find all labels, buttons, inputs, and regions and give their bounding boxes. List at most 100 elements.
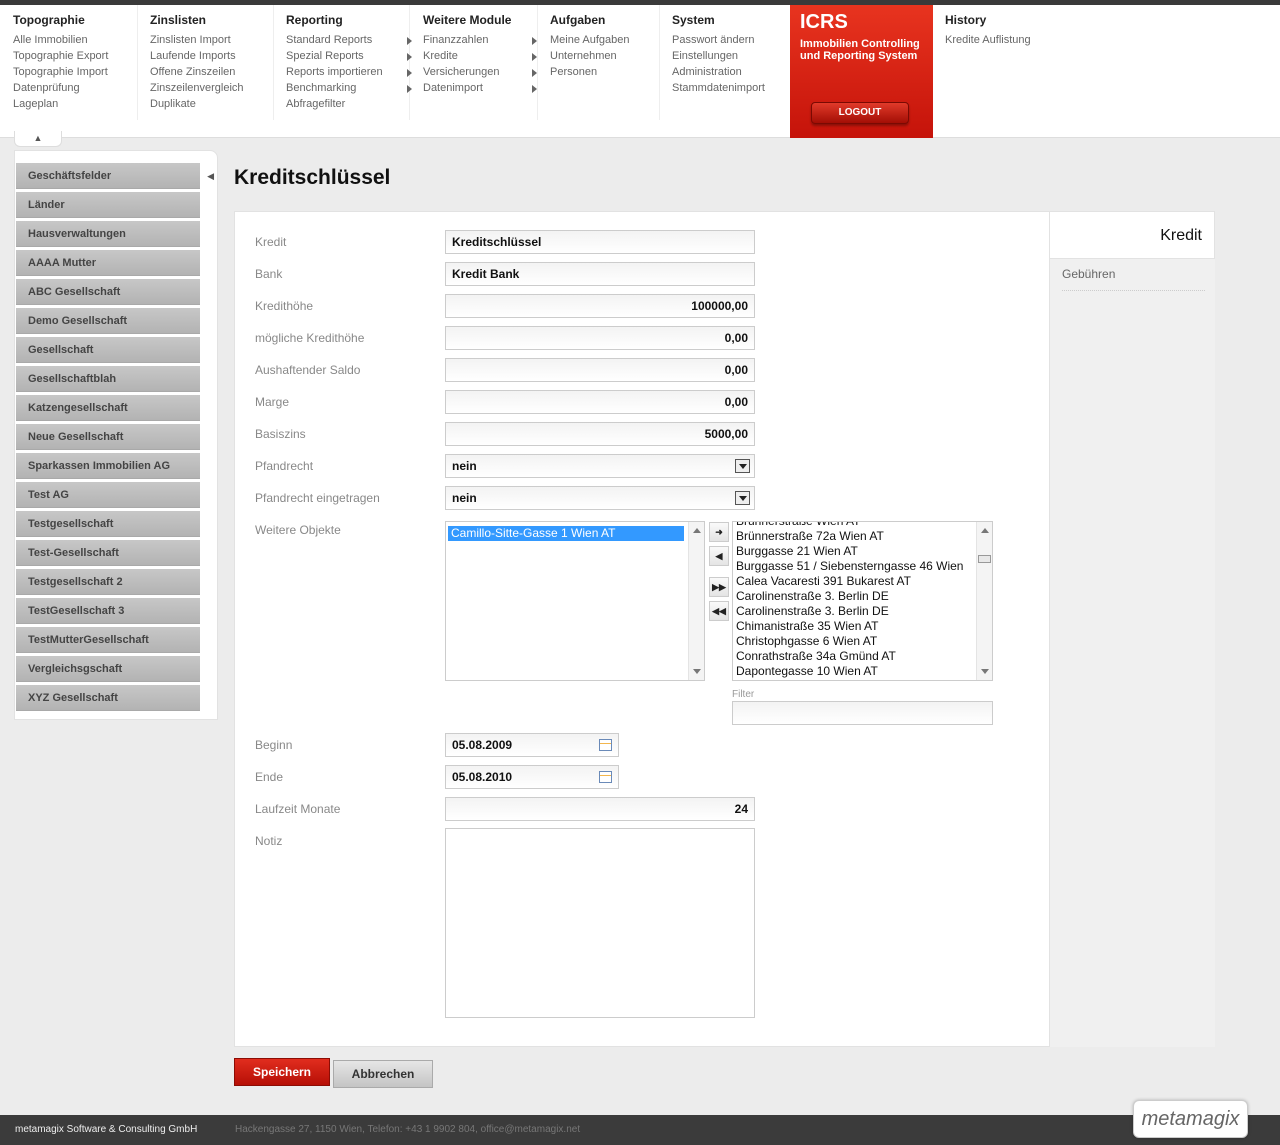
menu-item[interactable]: Finanzzahlen xyxy=(423,32,537,48)
notiz-textarea[interactable] xyxy=(445,828,755,1018)
menu-title[interactable]: System xyxy=(672,13,777,27)
menu-item[interactable]: Lageplan xyxy=(13,96,124,112)
menu-item[interactable]: Benchmarking xyxy=(286,80,412,96)
sidebar-item[interactable]: Neue Gesellschaft xyxy=(16,424,200,450)
tab-kredit[interactable]: Kredit xyxy=(1050,211,1215,259)
list-item[interactable]: Burggasse 51 / Siebensterngasse 46 Wien xyxy=(733,559,975,574)
menu-item[interactable]: Administration xyxy=(672,64,795,80)
menu-item[interactable]: Zinslisten Import xyxy=(150,32,260,48)
scroll-up-icon[interactable] xyxy=(693,528,701,533)
menu-item[interactable]: Kredite Auflistung xyxy=(945,32,1049,48)
move-right-button[interactable]: ➜ xyxy=(709,522,729,542)
save-button[interactable]: Speichern xyxy=(234,1058,330,1086)
marge-input[interactable]: 0,00 xyxy=(445,390,755,414)
scrollbar[interactable] xyxy=(976,522,992,680)
menu-item[interactable]: Spezial Reports xyxy=(286,48,412,64)
menu-item[interactable]: Offene Zinszeilen xyxy=(150,64,260,80)
menu-item[interactable]: Meine Aufgaben xyxy=(550,32,646,48)
menu-item[interactable]: Topographie Export xyxy=(13,48,124,64)
sidebar-item[interactable]: Gesellschaftblah xyxy=(16,366,200,392)
sidebar-item[interactable]: ABC Gesellschaft xyxy=(16,279,200,305)
sidebar-item[interactable]: Demo Gesellschaft xyxy=(16,308,200,334)
list-item[interactable]: Brünnerstraße 72a Wien AT xyxy=(733,529,975,544)
menu-item[interactable]: Topographie Import xyxy=(13,64,124,80)
list-item[interactable]: Chimanistraße 35 Wien AT xyxy=(733,619,975,634)
sidebar-item[interactable]: Geschäftsfelder xyxy=(16,163,200,189)
kredithoehe-input[interactable]: 100000,00 xyxy=(445,294,755,318)
sidebar-item[interactable]: Vergleichsgschaft xyxy=(16,656,200,682)
sidebar-item[interactable]: XYZ Gesellschaft xyxy=(16,685,200,711)
laufzeit-input[interactable]: 24 xyxy=(445,797,755,821)
dropdown-arrow-icon[interactable] xyxy=(735,491,750,505)
list-item[interactable]: Dapontegasse 10 Wien AT xyxy=(733,664,975,679)
logout-button[interactable]: LOGOUT xyxy=(811,102,909,124)
scroll-down-icon[interactable] xyxy=(693,669,701,674)
menu-item[interactable]: Zinszeilenvergleich xyxy=(150,80,260,96)
kredit-input[interactable]: Kreditschlüssel xyxy=(445,230,755,254)
available-objects-list[interactable]: Brünnerstraße Wien AT Brünnerstraße 72a W… xyxy=(732,521,993,681)
menu-item[interactable]: Kredite xyxy=(423,48,537,64)
sidebar-item[interactable]: Hausverwaltungen xyxy=(16,221,200,247)
collapse-menu-button[interactable]: ▲ xyxy=(14,131,62,147)
menu-title[interactable]: Zinslisten xyxy=(150,13,260,27)
menu-item[interactable]: Laufende Imports xyxy=(150,48,260,64)
moegliche-kredithoehe-input[interactable]: 0,00 xyxy=(445,326,755,350)
menu-item[interactable]: Datenprüfung xyxy=(13,80,124,96)
bank-input[interactable]: Kredit Bank xyxy=(445,262,755,286)
menu-item[interactable]: Versicherungen xyxy=(423,64,537,80)
dropdown-arrow-icon[interactable] xyxy=(735,459,750,473)
menu-item[interactable]: Stammdatenimport xyxy=(672,80,795,96)
scrollbar[interactable] xyxy=(688,522,704,680)
list-item[interactable]: Burggasse 21 Wien AT xyxy=(733,544,975,559)
list-item[interactable]: Camillo-Sitte-Gasse 1 Wien AT xyxy=(448,526,684,541)
list-item[interactable]: Carolinenstraße 3. Berlin DE xyxy=(733,604,975,619)
pfandrecht-eingetragen-select[interactable]: nein xyxy=(445,486,755,510)
menu-item[interactable]: Standard Reports xyxy=(286,32,412,48)
list-item[interactable]: Conrathstraße 34a Gmünd AT xyxy=(733,649,975,664)
sidebar-item[interactable]: TestMutterGesellschaft xyxy=(16,627,200,653)
pfandrecht-select[interactable]: nein xyxy=(445,454,755,478)
scroll-thumb[interactable] xyxy=(978,555,991,563)
menu-item[interactable]: Alle Immobilien xyxy=(13,32,124,48)
scroll-down-icon[interactable] xyxy=(981,669,989,674)
sidebar-item[interactable]: Testgesellschaft 2 xyxy=(16,569,200,595)
move-all-right-button[interactable]: ▶▶ xyxy=(709,577,729,597)
sidebar-item[interactable]: Sparkassen Immobilien AG xyxy=(16,453,200,479)
menu-item[interactable]: Datenimport xyxy=(423,80,537,96)
scroll-up-icon[interactable] xyxy=(981,528,989,533)
list-item[interactable]: Calea Vacaresti 391 Bukarest AT xyxy=(733,574,975,589)
cancel-button[interactable]: Abbrechen xyxy=(333,1060,433,1088)
menu-title[interactable]: History xyxy=(945,13,1049,27)
sidebar-item[interactable]: Test AG xyxy=(16,482,200,508)
tab-gebuehren[interactable]: Gebühren xyxy=(1062,267,1205,291)
collapse-sidebar-icon[interactable]: ◀ xyxy=(207,171,214,182)
beginn-date-input[interactable]: 05.08.2009 xyxy=(445,733,619,757)
menu-title[interactable]: Weitere Module xyxy=(423,13,524,27)
menu-item[interactable]: Abfragefilter xyxy=(286,96,396,112)
menu-item[interactable]: Einstellungen xyxy=(672,48,777,64)
calendar-icon[interactable] xyxy=(599,771,612,783)
menu-item[interactable]: Reports importieren xyxy=(286,64,412,80)
sidebar-item[interactable]: Gesellschaft xyxy=(16,337,200,363)
move-all-left-button[interactable]: ◀◀ xyxy=(709,601,729,621)
sidebar-item[interactable]: Test-Gesellschaft xyxy=(16,540,200,566)
filter-input[interactable] xyxy=(732,701,993,725)
ende-date-input[interactable]: 05.08.2010 xyxy=(445,765,619,789)
calendar-icon[interactable] xyxy=(599,739,612,751)
move-left-button[interactable]: ◀ xyxy=(709,546,729,566)
menu-item[interactable]: Personen xyxy=(550,64,646,80)
aushaftender-saldo-input[interactable]: 0,00 xyxy=(445,358,755,382)
sidebar-item[interactable]: Testgesellschaft xyxy=(16,511,200,537)
list-item[interactable]: Brünnerstraße Wien AT xyxy=(733,522,975,529)
sidebar-item[interactable]: Katzengesellschaft xyxy=(16,395,200,421)
list-item[interactable]: Christophgasse 6 Wien AT xyxy=(733,634,975,649)
sidebar-item[interactable]: Länder xyxy=(16,192,200,218)
menu-title[interactable]: Reporting xyxy=(286,13,396,27)
sidebar-item[interactable]: AAAA Mutter xyxy=(16,250,200,276)
menu-item[interactable]: Passwort ändern xyxy=(672,32,777,48)
menu-title[interactable]: Topographie xyxy=(13,13,124,27)
menu-item[interactable]: Duplikate xyxy=(150,96,260,112)
menu-title[interactable]: Aufgaben xyxy=(550,13,646,27)
list-item[interactable]: Carolinenstraße 3. Berlin DE xyxy=(733,589,975,604)
menu-item[interactable]: Unternehmen xyxy=(550,48,646,64)
